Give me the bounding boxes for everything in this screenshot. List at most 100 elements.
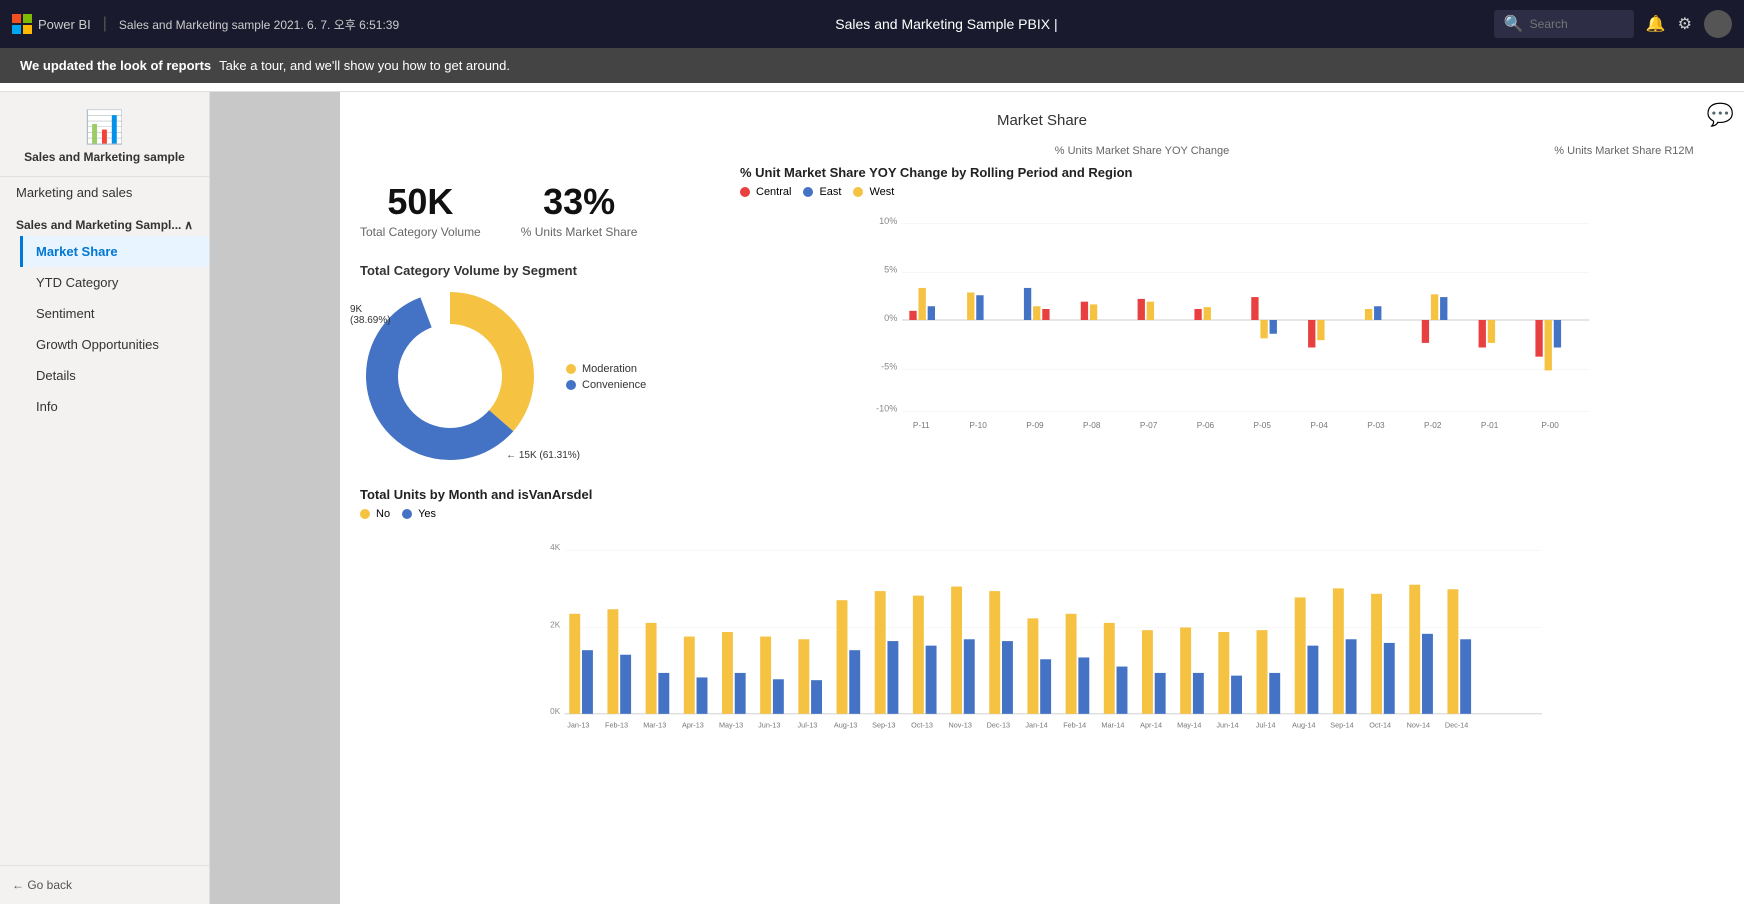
nav-group-label[interactable]: Sales and Marketing Sampl... ∧ — [0, 208, 209, 236]
left-nav: 📊 Sales and Marketing sample Marketing a… — [0, 92, 210, 904]
legend-west: West — [853, 186, 894, 198]
microsoft-label: Power BI — [38, 17, 91, 32]
comment-icon[interactable]: 💬 — [1707, 102, 1734, 128]
bottom-section: Total Units by Month and isVanArsdel No … — [360, 487, 1724, 732]
svg-text:Dec-14: Dec-14 — [1445, 720, 1468, 729]
subtitles-row: % Units Market Share YOY Change % Units … — [360, 141, 1724, 159]
go-back-button[interactable]: ← Go back — [0, 865, 209, 904]
legend-moderation-label: Moderation — [582, 363, 637, 375]
legend-east: East — [803, 186, 841, 198]
svg-text:P-05: P-05 — [1254, 421, 1272, 430]
nav-item-details[interactable]: Details — [20, 360, 209, 391]
svg-text:Apr-14: Apr-14 — [1140, 720, 1162, 729]
svg-text:P-02: P-02 — [1424, 421, 1442, 430]
monthly-chart-wrapper: 4K 2K 0K — [360, 532, 1724, 732]
notif-text: Take a tour, and we'll show you how to g… — [219, 58, 510, 73]
gear-icon[interactable]: ⚙ — [1678, 14, 1692, 34]
donut-label-convenience: ← 15K (61.31%) — [506, 450, 580, 461]
chevron-up-icon: ∧ — [184, 218, 193, 232]
legend-yes: Yes — [402, 508, 436, 520]
donut-section: Total Category Volume by Segment — [360, 263, 740, 471]
kpi-row: 50K Total Category Volume 33% % Units Ma… — [360, 181, 740, 239]
svg-text:0%: 0% — [884, 313, 897, 323]
donut-label-moderation: 9K(38.69%) — [350, 304, 391, 326]
svg-text:P-06: P-06 — [1197, 421, 1215, 430]
svg-text:4K: 4K — [550, 543, 561, 552]
bottom-legend: No Yes — [360, 508, 1724, 524]
svg-text:P-08: P-08 — [1083, 421, 1101, 430]
nav-logo-area: 📊 Sales and Marketing sample — [0, 92, 209, 177]
svg-text:-5%: -5% — [881, 362, 897, 372]
nav-item-sentiment[interactable]: Sentiment — [20, 298, 209, 329]
nav-item-ytd[interactable]: YTD Category — [20, 267, 209, 298]
main-layout: 📊 Sales and Marketing sample Marketing a… — [0, 92, 1744, 904]
legend-east-label: East — [819, 186, 841, 198]
yoy-legend: Central East West — [740, 186, 1724, 202]
kpi-label-1: Total Category Volume — [360, 225, 481, 239]
bottom-title: Total Units by Month and isVanArsdel — [360, 487, 1724, 502]
kpi-total-volume: 50K Total Category Volume — [360, 181, 481, 239]
kpi-value-2: 33% — [521, 181, 638, 223]
nav-item-growth[interactable]: Growth Opportunities — [20, 329, 209, 360]
bell-icon[interactable]: 🔔 — [1646, 14, 1666, 34]
gray-sidebar — [210, 92, 340, 904]
search-box[interactable]: 🔍 — [1494, 10, 1634, 38]
svg-text:May-13: May-13 — [719, 720, 743, 729]
nav-item-info[interactable]: Info — [20, 391, 209, 422]
center-title: Sales and Marketing Sample PBIX | — [407, 16, 1486, 32]
legend-no-label: No — [376, 508, 390, 520]
kpi-value-1: 50K — [360, 181, 481, 223]
svg-text:P-11: P-11 — [913, 421, 930, 430]
notification-bar: We updated the look of reports Take a to… — [0, 48, 1744, 83]
svg-text:0K: 0K — [550, 707, 561, 716]
svg-text:Oct-13: Oct-13 — [911, 720, 933, 729]
chart-title: Market Share — [360, 112, 1724, 129]
nav-marketing-sales[interactable]: Marketing and sales — [0, 177, 209, 208]
svg-text:2K: 2K — [550, 620, 561, 629]
svg-text:10%: 10% — [879, 216, 897, 226]
svg-text:Feb-13: Feb-13 — [605, 720, 628, 729]
yoy-subtitle: % Units Market Share YOY Change — [1055, 145, 1229, 157]
legend-convenience: Convenience — [566, 379, 646, 391]
donut-legend: Moderation Convenience — [566, 363, 646, 395]
svg-text:P-09: P-09 — [1026, 421, 1044, 430]
powerbi-logo-icon: 📊 — [85, 108, 125, 146]
legend-west-label: West — [869, 186, 894, 198]
ms-logo-area: Power BI | Sales and Marketing sample 20… — [12, 14, 399, 34]
svg-text:May-14: May-14 — [1177, 720, 1201, 729]
legend-moderation: Moderation — [566, 363, 646, 375]
svg-text:P-03: P-03 — [1367, 421, 1385, 430]
kpi-market-share: 33% % Units Market Share — [521, 181, 638, 239]
search-icon: 🔍 — [1504, 14, 1524, 34]
monthly-bar-chart: 4K 2K 0K — [360, 532, 1724, 732]
svg-text:Aug-13: Aug-13 — [834, 720, 857, 729]
yoy-title: % Unit Market Share YOY Change by Rollin… — [740, 165, 1724, 180]
top-bar: Power BI | Sales and Marketing sample 20… — [0, 0, 1744, 48]
yoy-bar-chart: 10% 5% 0% -5% -10% — [740, 210, 1724, 430]
user-avatar[interactable] — [1704, 10, 1732, 38]
svg-text:Jun-14: Jun-14 — [1216, 720, 1238, 729]
legend-yes-label: Yes — [418, 508, 436, 520]
svg-text:5%: 5% — [884, 264, 897, 274]
r12m-subtitle: % Units Market Share R12M — [1554, 145, 1693, 157]
nav-logo-title: Sales and Marketing sample — [24, 150, 185, 164]
svg-text:Dec-13: Dec-13 — [987, 720, 1010, 729]
legend-no: No — [360, 508, 390, 520]
svg-text:Jun-13: Jun-13 — [758, 720, 780, 729]
legend-convenience-label: Convenience — [582, 379, 646, 391]
search-input[interactable] — [1530, 17, 1630, 31]
svg-text:Jul-14: Jul-14 — [1256, 720, 1276, 729]
nav-item-market-share[interactable]: Market Share — [20, 236, 209, 267]
content-area: 💬 Market Share % Units Market Share YOY … — [340, 92, 1744, 904]
yoy-chart-wrapper: 10% 5% 0% -5% -10% — [740, 210, 1724, 430]
svg-text:Aug-14: Aug-14 — [1292, 720, 1315, 729]
svg-text:Oct-14: Oct-14 — [1369, 720, 1391, 729]
svg-text:-10%: -10% — [876, 404, 897, 414]
yoy-section: % Unit Market Share YOY Change by Rollin… — [740, 165, 1724, 471]
svg-text:Mar-14: Mar-14 — [1101, 720, 1124, 729]
svg-text:Apr-13: Apr-13 — [682, 720, 704, 729]
notif-bold: We updated the look of reports — [20, 58, 211, 73]
svg-text:Jul-13: Jul-13 — [798, 720, 818, 729]
svg-text:P-07: P-07 — [1140, 421, 1158, 430]
legend-central: Central — [740, 186, 791, 198]
